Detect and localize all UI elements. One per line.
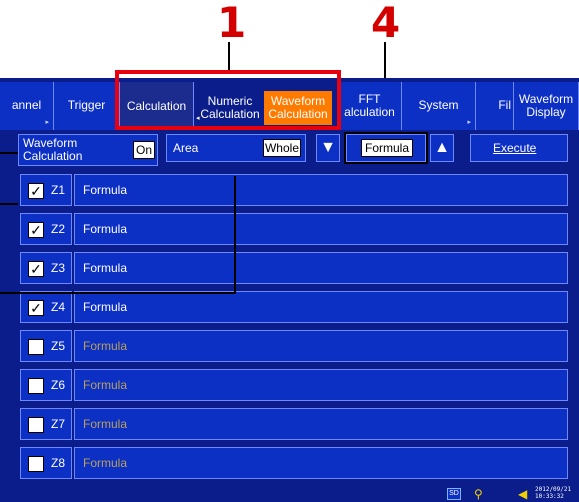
- calc-row-z5: Z5 Formula: [20, 330, 568, 362]
- row-checkbox[interactable]: [28, 417, 44, 433]
- tab-arrow-icon: ▸: [45, 119, 49, 127]
- row-z-label: Z6: [51, 378, 66, 392]
- calc-row-z1: ✓ Z1 Formula: [20, 174, 568, 206]
- tab-system[interactable]: System ▸: [402, 82, 476, 130]
- waveform-calculation-control[interactable]: Waveform Calculation On: [18, 134, 158, 166]
- row-z-label: Z8: [51, 456, 66, 470]
- tab-channel[interactable]: annel ▸: [0, 82, 54, 130]
- down-triangle-icon: ▼: [320, 139, 336, 156]
- row-check-cell[interactable]: Z5: [20, 330, 72, 362]
- status-datetime: 2012/09/21 10:33:32: [535, 486, 572, 500]
- power-plug-icon: ◀: [518, 487, 528, 501]
- row-check-cell[interactable]: ✓ Z1: [20, 174, 72, 206]
- check-icon: ✓: [30, 261, 42, 277]
- check-icon: ✓: [30, 183, 42, 199]
- row-checkbox[interactable]: [28, 456, 44, 472]
- row-check-cell[interactable]: ✓ Z4: [20, 291, 72, 323]
- row-checkbox[interactable]: ✓: [28, 261, 44, 277]
- row-formula-field[interactable]: Formula: [74, 291, 568, 323]
- row-checkbox[interactable]: ✓: [28, 183, 44, 199]
- callout-4: 4: [371, 0, 401, 47]
- tab-waveform-display[interactable]: Waveform Display: [514, 82, 579, 130]
- area-whole-button[interactable]: Whole: [263, 139, 301, 157]
- row-check-cell[interactable]: ✓ Z2: [20, 213, 72, 245]
- tab-arrow-icon: ▸: [467, 119, 471, 127]
- area-label: Area: [173, 141, 199, 155]
- execute-control[interactable]: Execute: [470, 134, 568, 162]
- check-icon: ✓: [30, 300, 42, 316]
- row-z-label: Z2: [51, 222, 66, 236]
- row-z-label: Z3: [51, 261, 66, 275]
- calc-row-z7: Z7 Formula: [20, 408, 568, 440]
- tab-fft-calculation[interactable]: FFT alculation: [338, 82, 402, 130]
- check-icon: ✓: [30, 222, 42, 238]
- formula-highlight-box: [344, 132, 428, 164]
- leader-line-left-1: [0, 152, 18, 154]
- status-bar: SD ⚲ ◀ 2012/09/21 10:33:32: [0, 486, 579, 502]
- area-control[interactable]: Area Whole: [166, 134, 306, 162]
- row-formula-field[interactable]: Formula: [74, 174, 568, 206]
- row-formula-field[interactable]: Formula: [74, 252, 568, 284]
- row-formula-field[interactable]: Formula: [74, 369, 568, 401]
- tab-trigger[interactable]: Trigger: [54, 82, 120, 130]
- row-check-cell[interactable]: ✓ Z3: [20, 252, 72, 284]
- row-z-label: Z4: [51, 300, 66, 314]
- row-formula-field[interactable]: Formula: [74, 408, 568, 440]
- up-triangle-icon: ▲: [434, 139, 450, 156]
- usb-icon: ⚲: [474, 487, 483, 501]
- calc-row-z2: ✓ Z2 Formula: [20, 213, 568, 245]
- device-screen: annel ▸ Trigger Calculation Numeric Calcu…: [0, 78, 579, 502]
- row-formula-field[interactable]: Formula: [74, 330, 568, 362]
- leader-line-1: [228, 42, 230, 72]
- row-check-cell[interactable]: Z8: [20, 447, 72, 479]
- callout-1: 1: [217, 0, 247, 47]
- waveform-calculation-label: Waveform Calculation: [23, 136, 83, 163]
- row-z-label: Z7: [51, 417, 66, 431]
- row-checkbox[interactable]: [28, 339, 44, 355]
- formula-next-button[interactable]: ▲: [430, 134, 454, 162]
- row-checkbox[interactable]: ✓: [28, 222, 44, 238]
- tab-file[interactable]: Fil: [476, 82, 514, 130]
- leader-line-area: [234, 176, 236, 294]
- row-z-label: Z1: [51, 183, 66, 197]
- row-z-label: Z5: [51, 339, 66, 353]
- row-checkbox[interactable]: [28, 378, 44, 394]
- calc-row-z6: Z6 Formula: [20, 369, 568, 401]
- formula-previous-button[interactable]: ▼: [316, 134, 340, 162]
- row-check-cell[interactable]: Z6: [20, 369, 72, 401]
- calc-row-z4: ✓ Z4 Formula: [20, 291, 568, 323]
- leader-line-left-2: [0, 203, 18, 205]
- leader-line-left-3: [0, 292, 236, 294]
- sd-card-icon: SD: [447, 488, 461, 500]
- execute-button[interactable]: Execute: [493, 141, 536, 155]
- row-check-cell[interactable]: Z7: [20, 408, 72, 440]
- row-formula-field[interactable]: Formula: [74, 213, 568, 245]
- calc-row-z3: ✓ Z3 Formula: [20, 252, 568, 284]
- row-checkbox[interactable]: ✓: [28, 300, 44, 316]
- row-formula-field[interactable]: Formula: [74, 447, 568, 479]
- calc-row-z8: Z8 Formula: [20, 447, 568, 479]
- calculation-highlight-box: [115, 70, 341, 130]
- waveform-calculation-on-button[interactable]: On: [133, 141, 155, 159]
